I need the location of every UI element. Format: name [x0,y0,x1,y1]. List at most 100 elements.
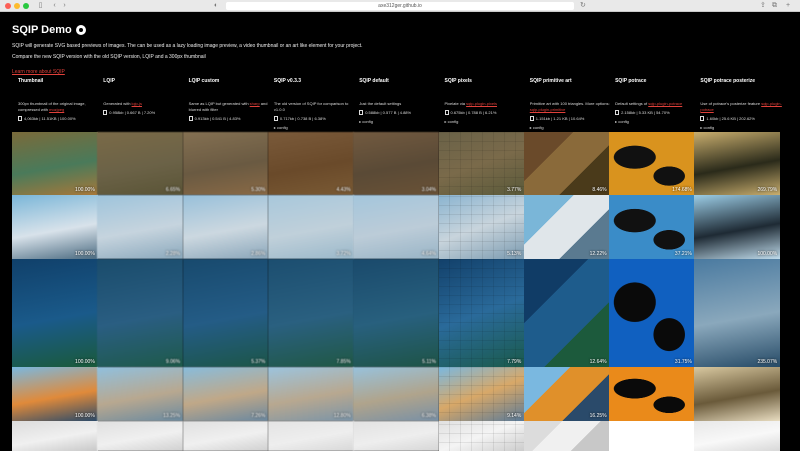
column-header: SQIP default Just the default settings 0.5… [359,78,445,124]
preview-image: 2.86% [182,195,269,259]
close-window-button[interactable] [5,3,11,9]
column-stats: 4,063kb | 11.51KB | 100.00% [18,116,104,121]
column-header: SQIP v0.3.3 The old version of SQIP for c… [273,78,360,130]
size-percentage: 7.85% [336,359,351,365]
reload-icon[interactable]: ↻ [580,2,586,10]
preview-image: 4.43% [267,132,354,195]
column-description: Use of potrace's posterize feature sqip-… [700,101,782,112]
size-percentage: 2.28% [165,251,181,257]
new-tab-icon[interactable]: + [786,2,790,10]
maximize-window-button[interactable] [23,3,29,9]
file-size-icon [188,116,193,121]
tabs-icon[interactable]: ⧉ [772,2,777,10]
column-doc-link[interactable]: sqip-plugin-potrace [648,101,682,106]
file-size-icon [18,116,22,121]
size-percentage: 7.26% [251,413,266,419]
preview-image: 7.85% [267,259,354,367]
config-toggle[interactable]: ▸ config [700,125,786,130]
preview-image: 12.22% [523,195,610,259]
preview-image: 16.25% [523,367,610,421]
config-toggle[interactable]: ▸ config [530,125,616,130]
sidebar-icon[interactable]: ▯ [36,2,45,10]
column-description: Same as LQIP but generated with sharp an… [188,101,268,112]
column-doc-link[interactable]: sqip-plugin-primitive [530,107,566,112]
size-percentage: 16.25% [589,413,607,419]
preview-image [609,367,695,421]
image-row: 100.00% 6.65% 5.30% 4.43% 3.04% 3.77% 8.46% 174… [12,132,781,195]
preview-image: 174.68% [609,132,695,195]
learn-more-link[interactable]: Learn more about SQIP [12,69,65,75]
size-percentage: 5.37% [251,359,266,365]
column-header: LQIP Generated with lqip-js 0.958kb | 0.66… [103,78,189,115]
preview-image: 100.00% [12,132,98,195]
preview-image: 100.00% [694,195,781,259]
size-percentage: 9.06% [165,359,181,365]
preview-image: 3.04% [353,132,439,195]
address-bar[interactable]: axe312ger.github.io [226,2,574,10]
preview-image [694,421,781,451]
size-percentage: 8.46% [592,187,607,193]
column-stats-text: 2.158kb | 5.33 KB | 54.70% [621,110,670,115]
column-title: SQIP v0.3.3 [273,78,302,84]
preview-image: 37.21% [609,195,695,259]
column-description: Default settings of sqip-plugin-potrace [615,101,683,106]
column-doc-link[interactable]: sqip-plugin-pixels [466,101,497,106]
size-percentage: 100.00% [75,187,95,193]
preview-image: 31.75% [609,259,695,367]
config-toggle[interactable]: ▸ config [615,119,701,124]
github-icon[interactable] [75,25,86,35]
size-percentage: 3.72% [336,251,351,257]
config-toggle[interactable]: ▸ config [445,119,531,124]
config-toggle[interactable]: ▸ config [274,125,360,130]
column-title: Thumbnail [18,78,44,84]
size-percentage: 5.30% [251,187,266,193]
size-percentage: 3.04% [421,187,436,193]
file-size-icon [700,116,705,121]
preview-image [182,421,269,451]
file-size-icon [444,110,449,115]
preview-image: 8.46% [523,132,610,195]
image-row [12,421,781,451]
window-controls [5,3,29,9]
column-doc-link[interactable]: mozjpeg [49,107,64,112]
column-stats-text: 1.151kb | 1.21 KB | 10.64% [535,116,585,121]
preview-image: 12.64% [523,259,610,367]
file-size-icon [103,110,108,115]
forward-arrow-icon[interactable]: › [60,2,69,10]
size-percentage: 174.68% [672,187,692,193]
minimize-window-button[interactable] [14,3,20,9]
column-doc-link[interactable]: sharp [250,101,260,106]
column-stats: 0.717kb | 0.738 B | 6.38% [273,116,360,121]
column-stats-text: 0.717kb | 0.738 B | 6.38% [279,116,326,121]
size-percentage: 2.86% [251,251,266,257]
column-title: SQIP potrace posterize [700,78,756,84]
compare-text: Compare the new SQIP version with the ol… [12,54,206,60]
size-percentage: 7.79% [507,359,522,365]
column-doc-link[interactable]: sqip-plugin-potrace [700,101,781,112]
file-size-icon [615,110,620,115]
preview-image [694,367,781,421]
preview-image: 6.38% [353,367,439,421]
preview-image: 5.30% [182,132,269,195]
column-title: SQIP potrace [615,78,647,84]
share-icon[interactable]: ⇪ [760,2,766,10]
browser-toolbar: ▯ ‹ › ◐ axe312ger.github.io ↻ ⇪ ⧉ + [0,0,800,12]
size-percentage: 9.14% [507,413,522,419]
column-stats: 1.60kb | 25.6 KB | 202.62% [700,116,786,121]
privacy-icon[interactable]: ◐ [214,2,218,10]
preview-image: 2.28% [97,195,184,259]
size-percentage: 3.77% [507,187,522,193]
size-percentage: 4.64% [421,251,436,257]
column-stats: 2.158kb | 5.33 KB | 54.70% [615,110,701,115]
size-percentage: 31.75% [674,359,692,365]
column-stats: 0.913kb | 0.541 B | 4.83% [188,116,275,121]
config-toggle[interactable]: ▸ config [359,119,445,124]
preview-image [609,421,695,451]
back-arrow-icon[interactable]: ‹ [50,2,59,10]
column-stats-text: 0.675kb | 0.788 B | 6.21% [450,110,497,115]
preview-image: 100.00% [12,367,98,421]
column-doc-link[interactable]: lqip-js [132,101,142,106]
size-percentage: 37.21% [674,251,692,257]
page-description: SQIP will generate SVG based previews of… [12,43,363,49]
column-description: Primitive art with 100 triangles. More o… [529,101,610,112]
